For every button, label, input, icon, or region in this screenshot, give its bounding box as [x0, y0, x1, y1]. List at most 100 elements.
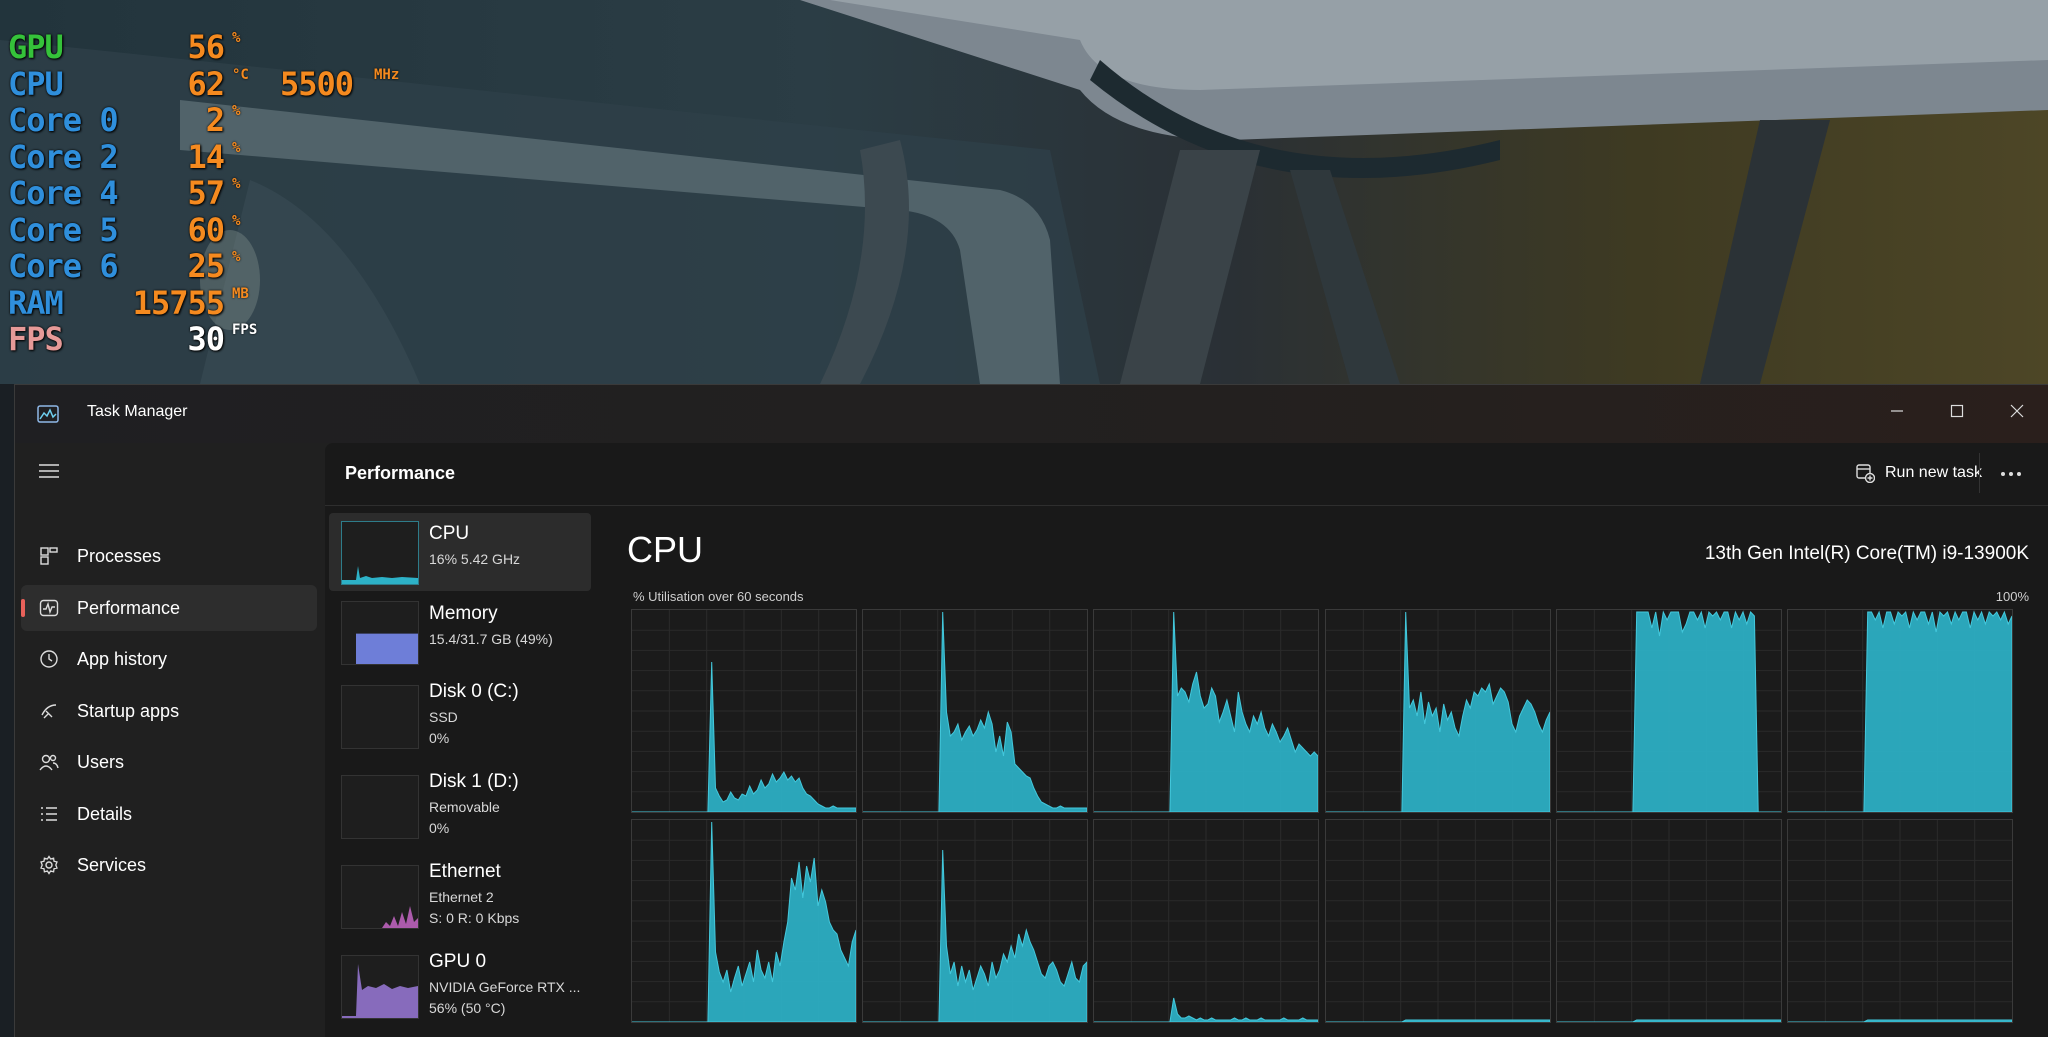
performance-content: Performance Run new task CPU 16% 5.42 GH…	[325, 443, 2048, 1037]
resource-detail: Removable	[429, 799, 500, 815]
hud-unit: %	[232, 103, 241, 119]
hud-value: 25	[187, 247, 225, 285]
resource-item-cpu[interactable]: CPU 16% 5.42 GHz	[329, 513, 591, 591]
close-button[interactable]	[1989, 393, 2045, 429]
sidebar-item-label: Users	[77, 752, 125, 772]
hud-label: FPS	[8, 320, 64, 358]
task-manager-app-icon	[37, 405, 59, 423]
sidebar-item-users[interactable]: Users	[21, 739, 317, 785]
cpu-model-name: 13th Gen Intel(R) Core(TM) i9-13900K	[1704, 543, 2029, 564]
users-icon	[39, 754, 59, 771]
core-graph	[631, 609, 857, 813]
sidebar-item-services[interactable]: Services	[21, 842, 317, 888]
resource-name: Memory	[429, 603, 498, 624]
hud-clock-value: 5500	[280, 64, 354, 103]
resource-name: Ethernet	[429, 861, 501, 882]
core-graph	[1555, 609, 1782, 813]
sidebar-item-app-history[interactable]: App history	[21, 636, 317, 682]
core-graph	[1787, 819, 2013, 1023]
core-graph	[1555, 819, 1782, 1023]
gpu-thumbnail-graph	[341, 955, 419, 1019]
hud-clock-unit: MHz	[374, 66, 400, 83]
core-utilisation-chart	[1325, 610, 1551, 813]
close-icon	[2010, 404, 2024, 418]
resource-detail: 16% 5.42 GHz	[429, 551, 521, 567]
hamburger-menu-icon[interactable]	[37, 461, 61, 481]
sidebar-item-startup-apps[interactable]: Startup apps	[21, 688, 317, 734]
hud-unit: %	[232, 139, 241, 156]
core-utilisation-chart	[632, 610, 857, 813]
resource-item-memory[interactable]: Memory 15.4/31.7 GB (49%)	[329, 593, 591, 671]
resource-item-ethernet[interactable]: Ethernet Ethernet 2 S: 0 R: 0 Kbps	[329, 855, 591, 941]
resource-usage: S: 0 R: 0 Kbps	[429, 910, 520, 926]
logical-processor-graphs	[631, 609, 2013, 1037]
core-graph	[1787, 609, 2013, 813]
core-graph	[862, 819, 1089, 1023]
minimize-button[interactable]	[1869, 393, 1925, 429]
sidebar-item-performance[interactable]: Performance	[21, 584, 317, 631]
hud-label: RAM	[8, 283, 64, 322]
task-manager-window: Task Manager Processes Performance App his…	[14, 384, 2048, 1037]
minimize-icon	[1891, 410, 1903, 412]
more-options-icon	[2001, 472, 2021, 476]
sidebar-item-label: Processes	[77, 546, 162, 566]
processes-icon	[40, 547, 58, 565]
core-utilisation-area	[1325, 1019, 1551, 1023]
disk0-thumbnail-graph	[341, 685, 419, 749]
disk1-thumbnail-graph	[341, 775, 419, 839]
core-graph	[862, 609, 1089, 813]
run-new-task-label: Run new task	[1885, 464, 1982, 481]
utilisation-caption: % Utilisation over 60 seconds	[633, 589, 804, 604]
core-utilisation-chart	[1094, 820, 1319, 1023]
sidebar-item-processes[interactable]: Processes	[21, 533, 317, 579]
core-graph	[631, 819, 857, 1023]
hud-row-gpu: GPU 56%	[8, 28, 428, 66]
hud-value: 15755	[132, 283, 225, 322]
memory-thumbnail-graph	[341, 601, 419, 665]
hud-row-fps: FPS 30 FPS	[8, 320, 428, 358]
active-indicator	[21, 598, 25, 617]
hud-row-cpu: CPU 62 °C 5500 MHz	[8, 64, 428, 103]
hud-value: 14	[187, 137, 225, 176]
resource-usage: 0%	[429, 820, 450, 836]
resource-detail: SSD	[429, 709, 458, 725]
hud-value: 56	[187, 28, 225, 66]
resource-detail: NVIDIA GeForce RTX ...	[429, 979, 581, 995]
sidebar-item-label: Services	[77, 855, 147, 875]
core-utilisation-chart	[863, 610, 1088, 813]
resource-item-disk1[interactable]: Disk 1 (D:) Removable 0%	[329, 765, 591, 851]
resource-item-gpu[interactable]: GPU 0 NVIDIA GeForce RTX ... 56% (50 °C)	[329, 945, 591, 1031]
resource-name: Disk 1 (D:)	[429, 771, 519, 792]
hud-unit: FPS	[232, 322, 258, 338]
core-utilisation-area	[1556, 610, 1781, 813]
hud-label: CPU	[8, 64, 64, 103]
sidebar-item-label: Performance	[77, 597, 181, 618]
hud-unit: °C	[232, 66, 249, 83]
core-graph	[1093, 609, 1320, 813]
title-bar[interactable]: Task Manager	[15, 385, 2048, 443]
sidebar-item-details[interactable]: Details	[21, 791, 317, 837]
core-graph	[1324, 609, 1551, 813]
hud-label: GPU	[8, 28, 64, 66]
sidebar-item-label: Startup apps	[77, 700, 180, 721]
sidebar-item-label: App history	[77, 649, 168, 669]
core-utilisation-area	[1556, 1019, 1782, 1023]
hud-row-core-0: Core 0 2%	[8, 101, 428, 139]
cpu-panel-title: CPU	[627, 529, 704, 570]
hud-value: 62	[187, 64, 225, 103]
core-utilisation-chart	[1325, 820, 1551, 1023]
hud-row-core-5: Core 5 60%	[8, 211, 428, 249]
run-new-task-button[interactable]: Run new task	[1843, 455, 1994, 491]
resource-usage: 0%	[429, 730, 450, 746]
sidebar-item-label: Details	[77, 803, 133, 824]
content-header: Performance Run new task	[325, 443, 2048, 506]
core-graph	[1324, 819, 1551, 1023]
hud-value: 2	[205, 101, 225, 139]
resource-item-disk0[interactable]: Disk 0 (C:) SSD 0%	[329, 675, 591, 761]
performance-icon	[39, 599, 59, 616]
resource-name: CPU	[429, 523, 470, 544]
maximize-button[interactable]	[1929, 393, 1985, 429]
hud-row-core-2: Core 2 14%	[8, 137, 428, 176]
more-options-button[interactable]	[1989, 457, 2033, 491]
core-graph	[1093, 819, 1320, 1023]
